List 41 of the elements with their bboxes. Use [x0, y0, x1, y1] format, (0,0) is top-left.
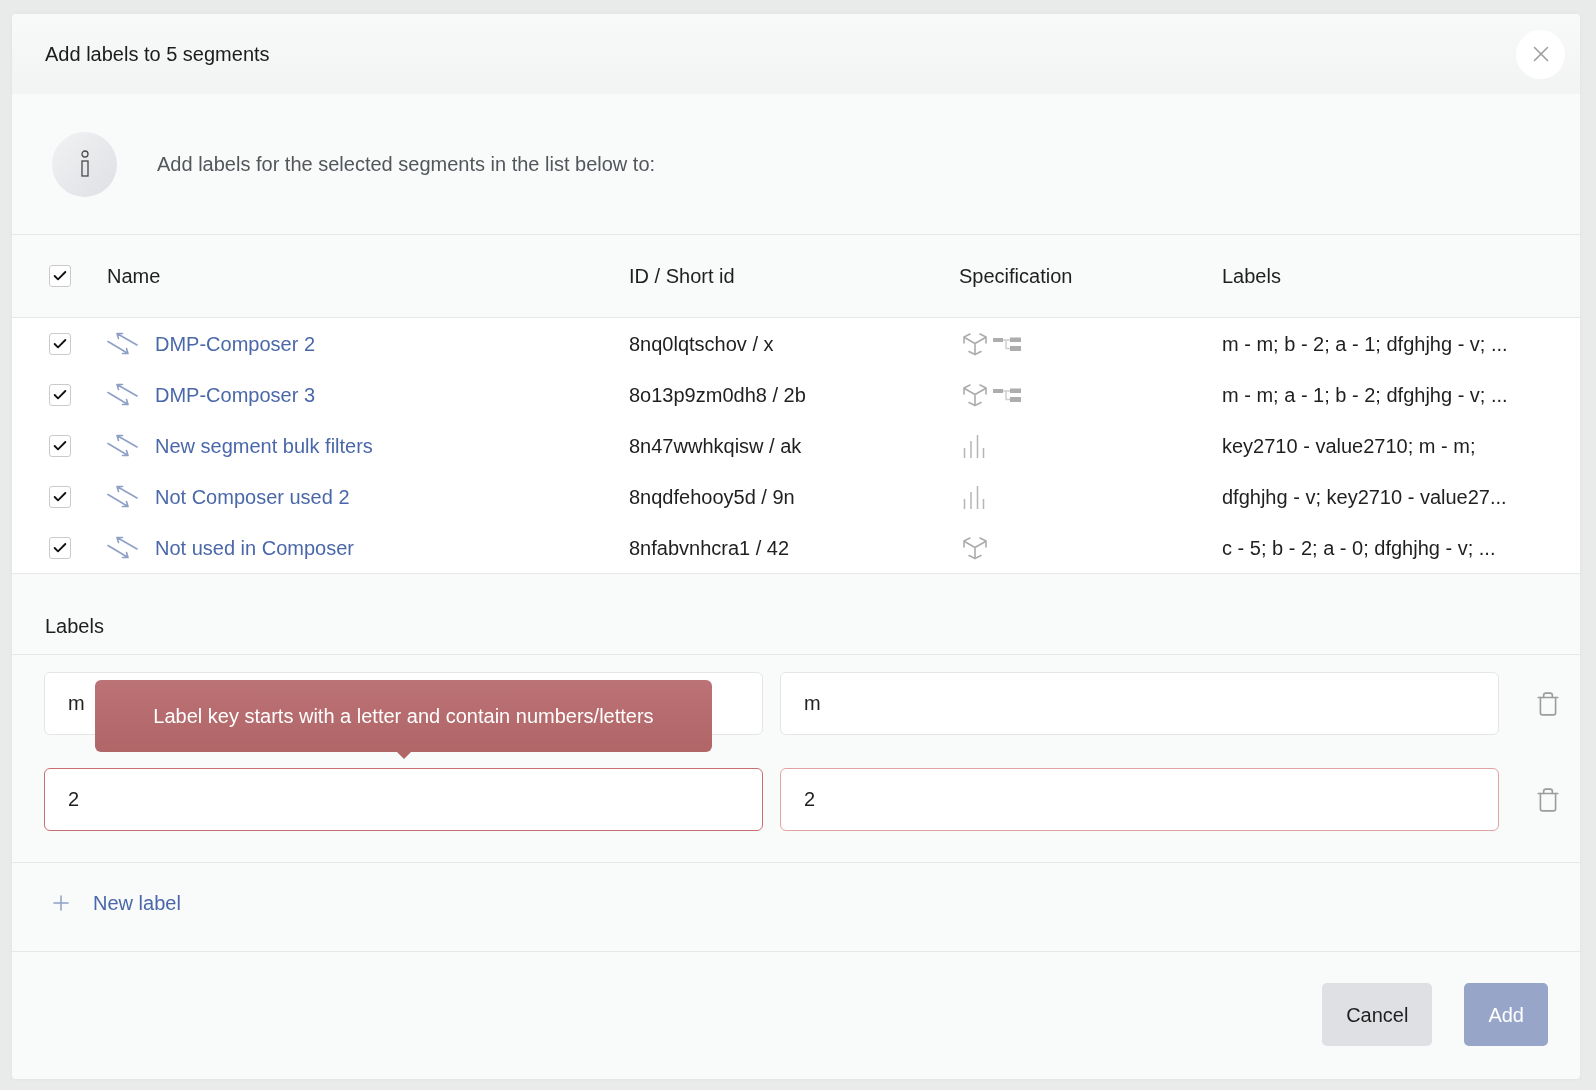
value-input[interactable]: 2	[780, 768, 1499, 831]
trash-icon	[1535, 690, 1561, 717]
segment-id: 8nqdfehooy5d / 9n	[629, 484, 795, 510]
trash-icon	[1535, 786, 1561, 813]
dialog-title: Add labels to 5 segments	[45, 42, 270, 67]
info-text: Add labels for the selected segments in the list below to:	[157, 152, 656, 177]
segment-id: 8n47wwhkqisw / ak	[629, 433, 802, 459]
swap-arrows-icon	[107, 485, 138, 508]
segment-id: 8nfabvnhcra1 / 42	[629, 535, 790, 561]
row-checkbox[interactable]	[49, 434, 71, 457]
row-checkbox[interactable]	[49, 383, 71, 406]
add-label-button[interactable]: New label	[49, 888, 181, 918]
key-input[interactable]: 2	[44, 768, 763, 831]
column-header: Specification	[959, 264, 1073, 289]
segment-labels: m - m; a - 1; b - 2; dfghjhg - v; ...	[1222, 382, 1508, 408]
swap-arrows-icon	[107, 383, 138, 406]
swap-arrows-icon	[107, 332, 138, 355]
column-header: ID / Short id	[629, 264, 735, 289]
swap-arrows-icon	[107, 536, 138, 559]
segment-link[interactable]: DMP-Composer 3	[155, 379, 316, 410]
row-checkbox[interactable]	[49, 332, 71, 355]
column-header: Name	[107, 264, 161, 289]
segment-labels: dfghjhg - v; key2710 - value27...	[1222, 484, 1507, 510]
segment-id: 8nq0lqtschov / x	[629, 331, 774, 357]
segment-link[interactable]: Not Composer used 2	[155, 481, 350, 512]
segment-labels: m - m; b - 2; a - 1; dfghjhg - v; ...	[1222, 331, 1508, 357]
value-input[interactable]: m	[780, 672, 1499, 735]
row-checkbox[interactable]	[49, 536, 71, 559]
segment-labels: key2710 - value2710; m - m;	[1222, 433, 1476, 459]
segment-link[interactable]: New segment bulk filters	[155, 430, 373, 461]
column-header: Labels	[1222, 264, 1281, 289]
error-tooltip: Label key starts with a letter and contain numbers/letters	[95, 680, 712, 759]
segment-link[interactable]: Not used in Composer	[155, 532, 354, 563]
row-checkbox[interactable]	[49, 485, 71, 508]
segment-link[interactable]: DMP-Composer 2	[155, 328, 316, 359]
cancel-button[interactable]: Cancel	[1322, 983, 1433, 1046]
section-title: Labels	[45, 615, 104, 637]
segment-labels: c - 5; b - 2; a - 0; dfghjhg - v; ...	[1222, 535, 1496, 561]
segment-id: 8o13p9zm0dh8 / 2b	[629, 382, 806, 408]
select-all-checkbox[interactable]	[49, 265, 71, 287]
swap-arrows-icon	[107, 434, 138, 457]
